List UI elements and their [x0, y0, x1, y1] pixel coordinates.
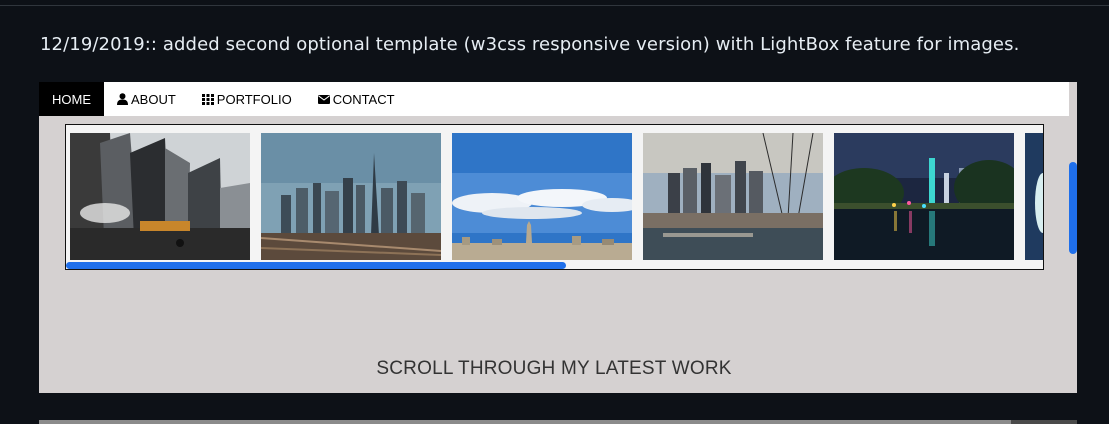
gallery-image[interactable]: [643, 133, 823, 260]
grid-icon: [201, 93, 214, 105]
top-divider: [0, 5, 1109, 6]
gallery-image[interactable]: [261, 133, 441, 260]
image-gallery[interactable]: [65, 124, 1044, 270]
update-note: 12/19/2019:: added second optional templ…: [40, 34, 1020, 55]
bottom-panel-corner: [1011, 420, 1077, 424]
nav-portfolio[interactable]: PORTFOLIO: [189, 82, 305, 116]
nav-contact[interactable]: CONTACT: [305, 82, 408, 116]
user-icon: [117, 93, 128, 105]
gallery-image[interactable]: [834, 133, 1014, 260]
navbar: HOME ABOUT PORTFOLIO CONTACT: [39, 82, 1069, 116]
nav-about-label: ABOUT: [131, 91, 176, 107]
gallery-image[interactable]: [1025, 133, 1043, 260]
gallery-caption: SCROLL THROUGH MY LATEST WORK: [376, 358, 732, 379]
nav-home-label: HOME: [52, 91, 91, 107]
gallery-image[interactable]: [70, 133, 250, 260]
nav-about[interactable]: ABOUT: [104, 82, 189, 116]
envelope-icon: [317, 94, 330, 104]
nav-portfolio-label: PORTFOLIO: [216, 91, 292, 107]
bottom-panel-edge: [39, 420, 1077, 424]
nav-contact-label: CONTACT: [332, 91, 395, 107]
preview-frame: HOME ABOUT PORTFOLIO CONTACT SCROLL THRO…: [39, 82, 1077, 393]
gallery-image[interactable]: [452, 133, 632, 260]
nav-home[interactable]: HOME: [39, 82, 104, 116]
gallery-scrollbar[interactable]: [66, 262, 566, 269]
frame-vertical-scrollbar[interactable]: [1069, 162, 1077, 254]
